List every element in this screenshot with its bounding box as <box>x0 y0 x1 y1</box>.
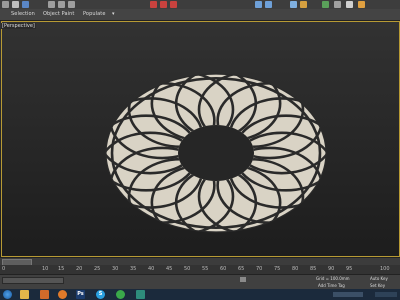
curve-editor-icon[interactable] <box>300 1 307 8</box>
auto-key-button[interactable]: Auto Key <box>370 276 388 281</box>
tick-label: 65 <box>238 266 245 272</box>
tick-label: 15 <box>58 266 65 272</box>
tick-label: 85 <box>310 266 317 272</box>
tab-populate[interactable]: Populate <box>83 11 106 17</box>
tick-label: 70 <box>256 266 263 272</box>
angle-snap-icon[interactable] <box>160 1 167 8</box>
set-key-button[interactable]: Set Key <box>370 283 385 288</box>
tick-label: 90 <box>328 266 335 272</box>
windows-taskbar: Ps S <box>0 289 400 300</box>
move-icon[interactable] <box>48 1 55 8</box>
render-icon[interactable] <box>346 1 353 8</box>
tick-label: 35 <box>130 266 137 272</box>
ribbon: Selection Object Paint Populate ▾ <box>0 9 400 21</box>
photoshop-icon[interactable]: Ps <box>76 290 85 299</box>
media-icon[interactable] <box>40 290 49 299</box>
grid-readout: Grid = 100.0mm <box>316 276 350 281</box>
main-toolbar <box>0 0 400 9</box>
explorer-icon[interactable] <box>20 290 29 299</box>
tab-selection[interactable]: Selection <box>11 11 35 17</box>
ribbon-options-icon[interactable]: ▾ <box>112 11 118 17</box>
tick-label: 25 <box>94 266 101 272</box>
tick-label: 40 <box>148 266 155 272</box>
clock <box>375 292 397 297</box>
3dsmax-icon[interactable] <box>136 290 145 299</box>
rotate-icon[interactable] <box>58 1 65 8</box>
status-bar: Grid = 100.0mm Add Time Tag Auto Key Set… <box>0 274 400 290</box>
percent-snap-icon[interactable] <box>170 1 177 8</box>
tick-label: 50 <box>184 266 191 272</box>
firefox-icon[interactable] <box>58 290 67 299</box>
tick-label: 95 <box>346 266 353 272</box>
viewport-scene <box>105 73 327 233</box>
system-tray[interactable] <box>333 291 397 298</box>
layer-manager-icon[interactable] <box>290 1 297 8</box>
render-setup-icon[interactable] <box>334 1 341 8</box>
align-icon[interactable] <box>265 1 272 8</box>
mirror-icon[interactable] <box>255 1 262 8</box>
material-editor-icon[interactable] <box>322 1 329 8</box>
scale-icon[interactable] <box>68 1 75 8</box>
tick-label: 0 <box>2 266 6 272</box>
tick-label: 10 <box>42 266 49 272</box>
tick-label: 45 <box>166 266 173 272</box>
select-region-icon[interactable] <box>22 1 29 8</box>
render-frame-icon[interactable] <box>358 1 365 8</box>
skype-icon[interactable]: S <box>96 290 105 299</box>
snap-icon[interactable] <box>150 1 157 8</box>
tick-label: 75 <box>274 266 281 272</box>
perspective-viewport[interactable]: [Perspective] <box>0 21 400 257</box>
tray-icons <box>333 292 363 297</box>
maxscript-listener-field[interactable] <box>2 277 64 284</box>
tick-label: 30 <box>112 266 119 272</box>
start-orb-icon[interactable] <box>3 290 12 299</box>
tick-label: 20 <box>76 266 83 272</box>
tick-label: 80 <box>292 266 299 272</box>
tick-label: 100 <box>380 266 390 272</box>
add-time-tag-button[interactable]: Add Time Tag <box>318 283 345 288</box>
tick-label: 60 <box>220 266 227 272</box>
tab-object-paint[interactable]: Object Paint <box>43 11 74 17</box>
chrome-icon[interactable] <box>116 290 125 299</box>
rosette-center-hole <box>178 125 254 181</box>
select-icon[interactable] <box>12 1 19 8</box>
undo-icon[interactable] <box>2 1 9 8</box>
tick-label: 55 <box>202 266 209 272</box>
lock-selection-icon[interactable] <box>240 277 246 282</box>
